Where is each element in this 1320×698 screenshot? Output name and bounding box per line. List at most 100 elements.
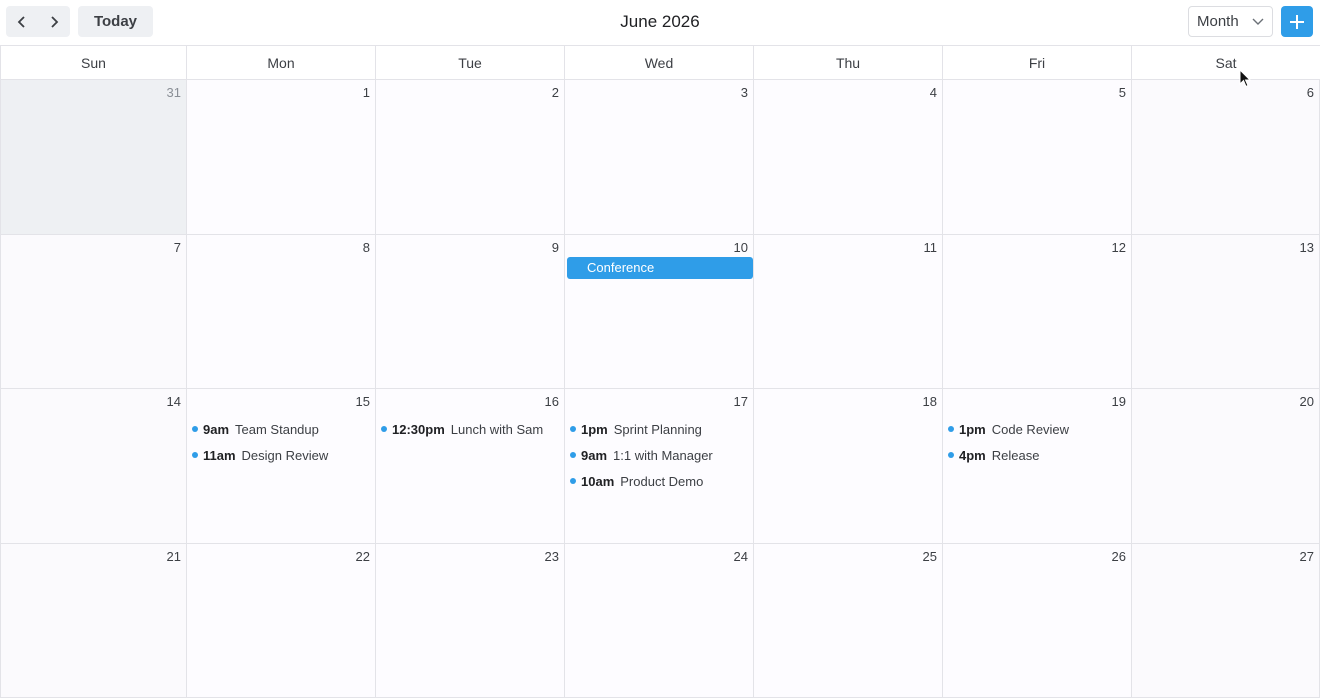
plus-icon <box>1289 14 1305 30</box>
day-cell[interactable]: 2 <box>375 80 564 234</box>
week-row: 14 15 9am Team Standup 11amDesign Review 16 12… <box>0 389 1320 544</box>
day-number: 23 <box>545 549 559 564</box>
event-title: Product Demo <box>620 474 703 489</box>
day-cell[interactable]: 26 <box>942 544 1131 698</box>
event-dot-icon <box>570 478 576 484</box>
day-cell[interactable]: 16 12:30pm Lunch with Sam <box>375 389 564 543</box>
day-cell[interactable]: 171pmSprint Planning9am1:1 with Manager1… <box>564 389 753 543</box>
week-row: 21 22 23 24 25 26 27 <box>0 544 1320 698</box>
day-cell[interactable]: 13 <box>1131 235 1320 389</box>
chevron-down-icon <box>1252 16 1264 26</box>
event-title: Team Standup <box>235 422 319 437</box>
event-title: Design Review <box>242 448 329 463</box>
day-cell[interactable]: 24 <box>564 544 753 698</box>
day-number: 21 <box>167 549 181 564</box>
event-dot-icon <box>570 452 576 458</box>
day-number: 14 <box>167 394 181 409</box>
add-event-button[interactable] <box>1281 6 1313 37</box>
event-list: 9am Team Standup 11amDesign Review <box>192 416 372 468</box>
event-title: 1:1 with Manager <box>613 448 713 463</box>
day-cell[interactable]: 19 1pmCode Review 4pm Release <box>942 389 1131 543</box>
event-title: Code Review <box>992 422 1069 437</box>
event-list: 12:30pm Lunch with Sam <box>381 416 561 442</box>
day-cell[interactable]: 27 <box>1131 544 1320 698</box>
month-grid: 3112345678910111213Conference14159amTeam… <box>0 80 1320 697</box>
day-number: 2 <box>552 85 559 100</box>
weekday-header-sun: Sun <box>0 46 186 79</box>
event-title: Release <box>992 448 1040 463</box>
event-dot-icon <box>948 452 954 458</box>
event-item[interactable]: 12:30pm Lunch with Sam <box>381 416 561 442</box>
day-cell[interactable]: 25 <box>753 544 942 698</box>
event-time: 12:30pm <box>392 422 445 437</box>
day-number: 24 <box>734 549 748 564</box>
event-dot-icon <box>570 426 576 432</box>
all-day-event-bar[interactable]: Conference <box>567 257 753 279</box>
day-cell[interactable]: 21 <box>0 544 186 698</box>
calendar-toolbar: Today June 2026 Month <box>0 0 1320 46</box>
day-number: 10 <box>734 240 748 255</box>
day-cell[interactable]: 8 <box>186 235 375 389</box>
day-number: 19 <box>1112 394 1126 409</box>
day-number: 6 <box>1307 85 1314 100</box>
day-cell[interactable]: 15 9am Team Standup 11amDesign Review <box>186 389 375 543</box>
day-cell[interactable]: 1 <box>186 80 375 234</box>
event-item[interactable]: 4pm Release <box>948 442 1128 468</box>
day-cell[interactable]: 4 <box>753 80 942 234</box>
week-row: 311 2 3 45 6 <box>0 80 1320 235</box>
day-cell[interactable]: 20 <box>1131 389 1320 543</box>
weekday-header-sat: Sat <box>1131 46 1320 79</box>
event-time: 10am <box>581 474 614 489</box>
event-time: 4pm <box>959 448 986 463</box>
day-cell[interactable]: 9 <box>375 235 564 389</box>
day-cell[interactable]: 7 <box>0 235 186 389</box>
day-cell[interactable]: 11 <box>753 235 942 389</box>
event-time: 9am <box>581 448 607 463</box>
day-number: 27 <box>1300 549 1314 564</box>
day-cell[interactable]: 18 <box>753 389 942 543</box>
event-item[interactable]: 11amDesign Review <box>192 442 372 468</box>
day-cell[interactable]: 31 <box>0 80 186 234</box>
day-number: 8 <box>363 240 370 255</box>
day-cell[interactable]: 14 <box>0 389 186 543</box>
event-item[interactable]: 9am Team Standup <box>192 416 372 442</box>
day-number: 3 <box>741 85 748 100</box>
event-dot-icon <box>381 426 387 432</box>
day-number: 9 <box>552 240 559 255</box>
weekday-header-thu: Thu <box>753 46 942 79</box>
event-item[interactable]: 10am Product Demo <box>570 468 750 494</box>
day-cell[interactable]: 5 <box>942 80 1131 234</box>
day-number: 18 <box>923 394 937 409</box>
day-cell[interactable]: 12 <box>942 235 1131 389</box>
day-cell[interactable]: 22 <box>186 544 375 698</box>
weekday-header-fri: Fri <box>942 46 1131 79</box>
week-row: 7 8 9 10 11 12 13 Conference <box>0 235 1320 390</box>
event-dot-icon <box>192 426 198 432</box>
weekday-header-tue: Tue <box>375 46 564 79</box>
day-number: 16 <box>545 394 559 409</box>
day-cell[interactable]: 3 <box>564 80 753 234</box>
event-title: Lunch with Sam <box>451 422 544 437</box>
mouse-cursor-icon <box>1239 69 1251 88</box>
event-list: 1pm Sprint Planning 9am 1:1 with Manager 10a… <box>570 416 750 494</box>
day-number: 15 <box>356 394 370 409</box>
event-time: 1pm <box>581 422 608 437</box>
calendar-title: June 2026 <box>0 12 1320 32</box>
day-cell[interactable]: 23 <box>375 544 564 698</box>
day-number: 20 <box>1300 394 1314 409</box>
event-time: 9am <box>203 422 229 437</box>
event-list: 1pmCode Review 4pm Release <box>948 416 1128 468</box>
weekday-header-wed: Wed <box>564 46 753 79</box>
day-number: 12 <box>1112 240 1126 255</box>
event-item[interactable]: 1pmCode Review <box>948 416 1128 442</box>
day-number: 25 <box>923 549 937 564</box>
day-number: 26 <box>1112 549 1126 564</box>
event-item[interactable]: 9am 1:1 with Manager <box>570 442 750 468</box>
event-title: Sprint Planning <box>614 422 702 437</box>
event-dot-icon <box>192 452 198 458</box>
day-number: 4 <box>930 85 937 100</box>
event-item[interactable]: 1pm Sprint Planning <box>570 416 750 442</box>
view-select[interactable]: Month <box>1188 6 1273 37</box>
day-number: 13 <box>1300 240 1314 255</box>
day-cell[interactable]: 6 <box>1131 80 1320 234</box>
